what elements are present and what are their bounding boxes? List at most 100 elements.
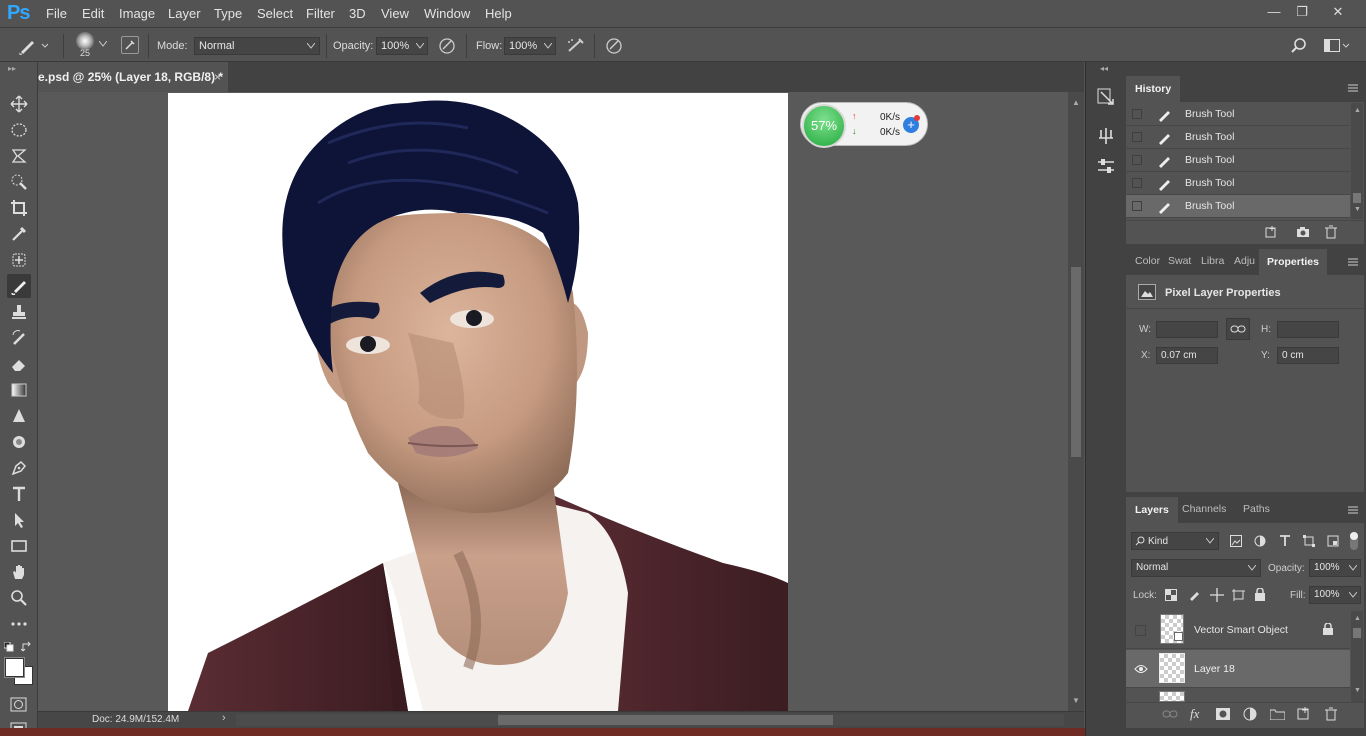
status-menu-icon[interactable]: › (222, 712, 226, 724)
vertical-scroll-thumb[interactable] (1071, 267, 1081, 457)
close-tab-icon[interactable]: × (214, 70, 221, 84)
gradient-tool-icon[interactable] (7, 378, 31, 402)
airbrush-icon[interactable] (565, 36, 587, 56)
filter-type-icon[interactable] (1279, 534, 1291, 547)
layer-row-layer-18[interactable]: Layer 18 (1126, 650, 1350, 688)
history-panel-menu-icon[interactable] (1348, 84, 1358, 92)
menu-layer[interactable]: Layer (168, 6, 201, 21)
layer-opacity-field[interactable]: 100% (1309, 559, 1361, 577)
delete-layer-icon[interactable] (1325, 707, 1337, 721)
delete-state-icon[interactable] (1325, 225, 1337, 239)
dodge-tool-icon[interactable] (7, 430, 31, 454)
workspace-switcher-icon[interactable] (1324, 38, 1350, 54)
menu-window[interactable]: Window (424, 6, 470, 21)
tab-color[interactable]: Color (1135, 249, 1160, 273)
adjustments-icon[interactable] (1096, 156, 1116, 176)
new-document-from-state-icon[interactable] (1264, 226, 1278, 238)
x-field[interactable]: 0.07 cm (1156, 347, 1218, 364)
filter-smart-object-icon[interactable] (1327, 535, 1339, 547)
search-icon[interactable] (1290, 37, 1308, 55)
lasso-tool-icon[interactable] (7, 144, 31, 168)
tab-channels[interactable]: Channels (1182, 497, 1226, 521)
brush-tool-icon[interactable] (7, 274, 31, 298)
width-field[interactable] (1156, 321, 1218, 338)
opacity-field[interactable]: 100% (376, 37, 428, 55)
history-item[interactable]: Brush Tool (1126, 149, 1350, 172)
history-item[interactable]: Brush Tool (1126, 172, 1350, 195)
filter-pixel-icon[interactable] (1230, 535, 1242, 547)
pen-tool-icon[interactable] (7, 456, 31, 480)
menu-help[interactable]: Help (485, 6, 512, 21)
zoom-tool-icon[interactable] (7, 586, 31, 610)
link-dimensions-icon[interactable] (1226, 318, 1250, 340)
network-speed-widget[interactable]: 57% ↑ 0K/s ↓ 0K/s + (800, 102, 928, 148)
blur-tool-icon[interactable] (7, 404, 31, 428)
brush-panel-toggle-icon[interactable] (121, 36, 139, 54)
lock-image-icon[interactable] (1188, 589, 1200, 601)
history-scrollbar[interactable]: ▲ ▼ (1351, 103, 1363, 219)
history-brush-icon[interactable] (7, 326, 31, 350)
layer-style-fx-icon[interactable]: fx (1190, 706, 1199, 722)
layer-visibility-toggle[interactable] (1135, 625, 1146, 636)
type-tool-icon[interactable] (7, 482, 31, 506)
new-snapshot-icon[interactable] (1296, 226, 1310, 238)
clone-stamp-icon[interactable] (7, 300, 31, 324)
elliptical-marquee-icon[interactable] (7, 118, 31, 142)
add-mask-icon[interactable] (1216, 708, 1230, 720)
tab-adjustments[interactable]: Adju (1234, 249, 1255, 273)
move-tool-icon[interactable] (7, 92, 31, 116)
lock-all-icon[interactable] (1255, 588, 1265, 601)
menu-file[interactable]: File (46, 6, 67, 21)
eyedropper-icon[interactable] (7, 222, 31, 246)
path-selection-icon[interactable] (7, 508, 31, 532)
menu-type[interactable]: Type (214, 6, 242, 21)
layers-panel-menu-icon[interactable] (1348, 506, 1358, 514)
horizontal-scrollbar[interactable] (236, 714, 1064, 726)
tab-libraries[interactable]: Libra (1201, 249, 1224, 273)
eraser-icon[interactable] (7, 352, 31, 376)
menu-edit[interactable]: Edit (82, 6, 104, 21)
history-panel-icon[interactable] (1095, 86, 1117, 108)
menu-filter[interactable]: Filter (306, 6, 335, 21)
layer-row-vector-smart-object[interactable]: Vector Smart Object (1126, 611, 1350, 649)
canvas-artwork[interactable] (168, 93, 788, 711)
blend-mode-select[interactable]: Normal (1131, 559, 1261, 577)
layers-scrollbar[interactable]: ▲ ▼ (1351, 611, 1363, 702)
history-item-current[interactable]: Brush Tool (1126, 195, 1350, 218)
lock-position-icon[interactable] (1210, 588, 1224, 602)
brush-tool-preset-icon[interactable] (18, 37, 48, 55)
tab-paths[interactable]: Paths (1243, 497, 1270, 521)
collapse-toolbar-icon[interactable]: ▸▸ (8, 64, 16, 73)
hand-tool-icon[interactable] (7, 560, 31, 584)
menu-select[interactable]: Select (257, 6, 293, 21)
y-field[interactable]: 0 cm (1277, 347, 1339, 364)
new-layer-icon[interactable] (1297, 707, 1310, 720)
filter-toggle-switch[interactable] (1350, 532, 1358, 550)
more-tools-icon[interactable] (7, 612, 31, 636)
tab-properties[interactable]: Properties (1259, 249, 1327, 275)
pressure-size-icon[interactable] (604, 36, 624, 56)
lock-artboard-icon[interactable] (1232, 589, 1245, 601)
brush-settings-icon[interactable] (1096, 126, 1116, 146)
vertical-scrollbar[interactable]: ▲ ▼ (1068, 92, 1084, 711)
new-group-icon[interactable] (1270, 708, 1285, 720)
tab-layers[interactable]: Layers (1126, 497, 1178, 523)
flow-field[interactable]: 100% (504, 37, 556, 55)
history-item[interactable]: Brush Tool (1126, 126, 1350, 149)
restore-button[interactable]: ❐ (1290, 3, 1314, 21)
new-adjustment-layer-icon[interactable] (1243, 707, 1257, 721)
horizontal-scroll-thumb[interactable] (498, 715, 833, 725)
swap-colors-icon[interactable] (21, 641, 33, 653)
history-tab[interactable]: History (1126, 76, 1181, 102)
quick-mask-icon[interactable] (10, 697, 28, 713)
close-button[interactable]: ✕ (1326, 3, 1350, 21)
mode-select[interactable]: Normal (194, 37, 320, 55)
document-tab[interactable]: e.psd @ 25% (Layer 18, RGB/8) * × (38, 62, 228, 92)
foreground-color-swatch[interactable] (5, 658, 24, 677)
eye-icon[interactable] (1134, 664, 1148, 674)
pressure-opacity-icon[interactable] (437, 36, 457, 56)
quick-selection-icon[interactable] (7, 170, 31, 194)
tab-swatches[interactable]: Swat (1168, 249, 1191, 273)
filter-kind-select[interactable]: Kind (1131, 532, 1219, 550)
lock-transparent-icon[interactable] (1165, 589, 1177, 601)
